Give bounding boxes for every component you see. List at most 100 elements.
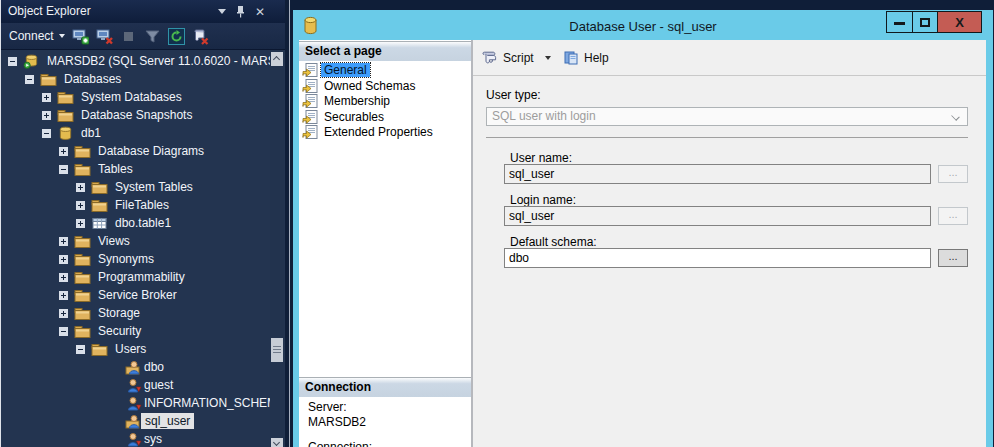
user-type-label: User type: [486, 88, 541, 102]
folder-icon [74, 324, 91, 339]
login-name-label: Login name: [510, 193, 576, 207]
window-position-icon[interactable] [218, 9, 226, 14]
tree-item-database-snapshots[interactable]: Database Snapshots [1, 106, 270, 124]
default-schema-input[interactable]: dbo [504, 248, 931, 268]
tree-item-tables[interactable]: Tables [1, 160, 270, 178]
login-name-browse-button[interactable]: ... [938, 207, 968, 225]
connection-header: Connection [299, 377, 471, 397]
scrollbar-up-icon[interactable] [271, 52, 283, 66]
connect-object-explorer-icon[interactable] [72, 28, 89, 45]
collapse-icon[interactable] [8, 57, 17, 66]
tree-scrollbar[interactable] [270, 50, 284, 447]
expand-icon[interactable] [59, 291, 68, 300]
page-icon [302, 93, 319, 109]
tree-item-db1[interactable]: db1 [1, 124, 270, 142]
user-name-input[interactable]: sql_user [504, 164, 931, 184]
tree-item-label: Security [98, 322, 141, 340]
filter-icon[interactable] [144, 28, 161, 45]
page-item-extended-properties[interactable]: Extended Properties [299, 124, 471, 140]
tree-item-label: dbo.table1 [115, 214, 171, 232]
database-icon [57, 126, 74, 141]
tree-item-information-schem[interactable]: INFORMATION_SCHEM [1, 394, 270, 412]
expand-icon[interactable] [59, 273, 68, 282]
minimize-button[interactable] [887, 12, 913, 32]
expand-icon[interactable] [42, 93, 51, 102]
expand-icon[interactable] [59, 255, 68, 264]
page-item-label: General [321, 63, 370, 77]
tree-item-database-diagrams[interactable]: Database Diagrams [1, 142, 270, 160]
user-red-icon [125, 396, 142, 411]
tree-item-label: dbo [144, 358, 164, 376]
tree-item-label: Synonyms [98, 250, 154, 268]
panel-close-icon[interactable]: ✕ [255, 6, 265, 18]
tree-item-label: INFORMATION_SCHEM [144, 394, 270, 412]
refresh-icon[interactable] [168, 28, 185, 45]
script-icon [481, 50, 498, 65]
tree-item-dbo-table1[interactable]: dbo.table1 [1, 214, 270, 232]
tree-item-synonyms[interactable]: Synonyms [1, 250, 270, 268]
folder-icon [74, 234, 91, 249]
activity-monitor-icon[interactable] [192, 28, 209, 45]
page-item-general[interactable]: General [299, 62, 471, 78]
page-item-securables[interactable]: Securables [299, 109, 471, 125]
page-item-membership[interactable]: Membership [299, 93, 471, 109]
auto-hide-pin-icon[interactable] [236, 5, 245, 18]
object-explorer-tree: MARSDB2 (SQL Server 11.0.6020 - MARSDDat… [1, 50, 285, 447]
login-name-input[interactable]: sql_user [504, 206, 931, 226]
expand-icon[interactable] [76, 219, 85, 228]
tree-item-storage[interactable]: Storage [1, 304, 270, 322]
help-button[interactable]: Help [563, 40, 609, 75]
disconnect-object-explorer-icon[interactable] [96, 28, 113, 45]
expand-icon[interactable] [76, 183, 85, 192]
folder-icon [74, 270, 91, 285]
tree-item-service-broker[interactable]: Service Broker [1, 286, 270, 304]
tree-item-programmability[interactable]: Programmability [1, 268, 270, 286]
tree-item-system-databases[interactable]: System Databases [1, 88, 270, 106]
user-name-browse-button[interactable]: ... [938, 165, 968, 183]
tree-item-system-tables[interactable]: System Tables [1, 178, 270, 196]
connect-button[interactable]: Connect [9, 29, 65, 43]
server-value: MARSDB2 [308, 415, 372, 429]
page-icon [302, 78, 319, 94]
tree-item-security[interactable]: Security [1, 322, 270, 340]
folder-icon [74, 288, 91, 303]
page-item-owned-schemas[interactable]: Owned Schemas [299, 78, 471, 94]
maximize-button[interactable] [913, 12, 938, 32]
collapse-icon[interactable] [59, 327, 68, 336]
expand-icon[interactable] [59, 309, 68, 318]
collapse-icon[interactable] [42, 129, 51, 138]
expand-icon[interactable] [59, 237, 68, 246]
user-type-select[interactable]: SQL user with login [486, 107, 968, 126]
script-button[interactable]: Script [481, 40, 551, 75]
collapse-icon[interactable] [25, 75, 34, 84]
tree-item-users[interactable]: Users [1, 340, 270, 358]
close-button[interactable]: X [938, 12, 981, 32]
folder-icon [91, 180, 108, 195]
user-red-icon [125, 432, 142, 447]
scrollbar-thumb[interactable] [271, 338, 283, 362]
dialog-content: Script Help User type: SQL user with log… [473, 40, 986, 447]
user-name-label: User name: [510, 151, 572, 165]
collapse-icon[interactable] [76, 345, 85, 354]
chevron-down-icon [951, 112, 960, 121]
tree-item-dbo[interactable]: dbo [1, 358, 270, 376]
expand-icon[interactable] [76, 201, 85, 210]
tree-item-label: Users [115, 340, 146, 358]
tree-item-guest[interactable]: guest [1, 376, 270, 394]
tree-item-filetables[interactable]: FileTables [1, 196, 270, 214]
expand-icon[interactable] [59, 147, 68, 156]
scrollbar-down-icon[interactable] [271, 438, 283, 447]
page-item-label: Extended Properties [321, 125, 436, 139]
tree-item-sys[interactable]: sys [1, 430, 270, 447]
tree-item-databases[interactable]: Databases [1, 70, 270, 88]
tree-item-marsdb2-sql-server-11-0-6020-marsd[interactable]: MARSDB2 (SQL Server 11.0.6020 - MARSD [1, 52, 270, 70]
tree-item-views[interactable]: Views [1, 232, 270, 250]
page-item-label: Owned Schemas [321, 79, 418, 93]
tree-item-sql-user[interactable]: sql_user [1, 412, 270, 430]
dialog-titlebar[interactable]: Database User - sql_user X [293, 10, 993, 40]
folder-icon [57, 90, 74, 105]
collapse-icon[interactable] [59, 165, 68, 174]
script-dropdown-icon[interactable] [545, 56, 551, 60]
default-schema-browse-button[interactable]: ... [938, 249, 968, 267]
expand-icon[interactable] [42, 111, 51, 120]
